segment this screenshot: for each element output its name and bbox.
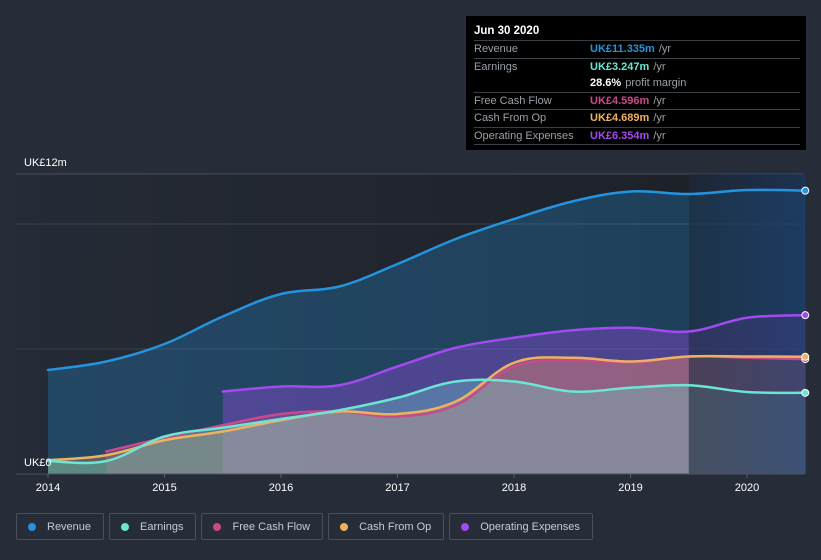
tooltip-unit: /yr (653, 112, 666, 124)
highlight-region (688, 174, 806, 474)
tooltip-label: Revenue (474, 43, 519, 55)
tooltip-value: UK£11.335m (590, 43, 655, 55)
x-tick-label: 2020 (735, 482, 759, 494)
legend-dot-icon (121, 522, 130, 531)
tooltip-label (474, 75, 590, 92)
tooltip-row-operating-expenses: Operating Expenses UK£6.354m /yr (474, 128, 800, 145)
legend-label: Free Cash Flow (232, 520, 311, 533)
tooltip-row-profit-margin: 28.6% profit margin (474, 75, 800, 93)
tooltip-row-free-cash-flow: Free Cash Flow UK£4.596m /yr (474, 93, 800, 110)
tooltip-label: Free Cash Flow (474, 94, 552, 107)
legend-label: Cash From Op (359, 520, 432, 533)
tooltip-label: Earnings (474, 60, 518, 73)
x-tick-label: 2017 (385, 482, 409, 494)
legend-label: Operating Expenses (480, 520, 580, 533)
endpoint-earnings (801, 388, 810, 397)
legend-item-free-cash-flow[interactable]: Free Cash Flow (201, 513, 324, 540)
tooltip-row-cash-from-op: Cash From Op UK£4.689m /yr (474, 110, 800, 128)
profit-margin-value: 28.6% (590, 77, 622, 89)
tooltip-label: Cash From Op (474, 112, 547, 124)
tooltip-label: Operating Expenses (474, 129, 574, 142)
endpoint-operating-expenses (801, 311, 810, 320)
legend: Revenue Earnings Free Cash Flow Cash Fro… (16, 513, 593, 540)
tooltip-row-earnings: Earnings UK£3.247m /yr (474, 59, 800, 76)
legend-item-cash-from-op[interactable]: Cash From Op (328, 513, 445, 540)
endpoint-revenue (801, 186, 810, 195)
tooltip-value: UK£3.247m (590, 60, 650, 73)
y-axis-zero-label: UK£0 (24, 457, 52, 469)
legend-item-earnings[interactable]: Earnings (109, 513, 197, 540)
legend-dot-icon (213, 522, 222, 531)
tooltip-value: UK£4.689m (590, 112, 650, 124)
tooltip-unit: /yr (653, 94, 666, 107)
legend-dot-icon (340, 522, 349, 531)
legend-label: Revenue (47, 520, 92, 533)
tooltip-row-revenue: Revenue UK£11.335m /yr (474, 41, 800, 59)
tooltip-unit: profit margin (625, 77, 687, 89)
x-tick-label: 2019 (618, 482, 642, 494)
x-tick-label: 2014 (36, 482, 60, 494)
tooltip-date: Jun 30 2020 (474, 22, 800, 41)
x-tick-label: 2018 (502, 482, 526, 494)
tooltip-unit: /yr (653, 129, 666, 142)
legend-dot-icon (28, 522, 36, 531)
tooltip: Jun 30 2020 Revenue UK£11.335m /yr Earni… (466, 16, 806, 150)
legend-item-revenue[interactable]: Revenue (16, 513, 105, 540)
legend-dot-icon (461, 522, 470, 531)
legend-item-operating-expenses[interactable]: Operating Expenses (449, 513, 593, 540)
tooltip-value: UK£4.596m (590, 94, 650, 107)
endpoint-cash-from-op (801, 352, 810, 361)
tooltip-value: UK£6.354m (590, 129, 650, 142)
y-axis-top-label: UK£12m (24, 157, 67, 169)
x-tick-label: 2015 (152, 482, 176, 494)
x-tick-label: 2016 (269, 482, 293, 494)
tooltip-unit: /yr (658, 43, 672, 55)
tooltip-unit: /yr (653, 60, 666, 73)
legend-label: Earnings (140, 520, 184, 533)
